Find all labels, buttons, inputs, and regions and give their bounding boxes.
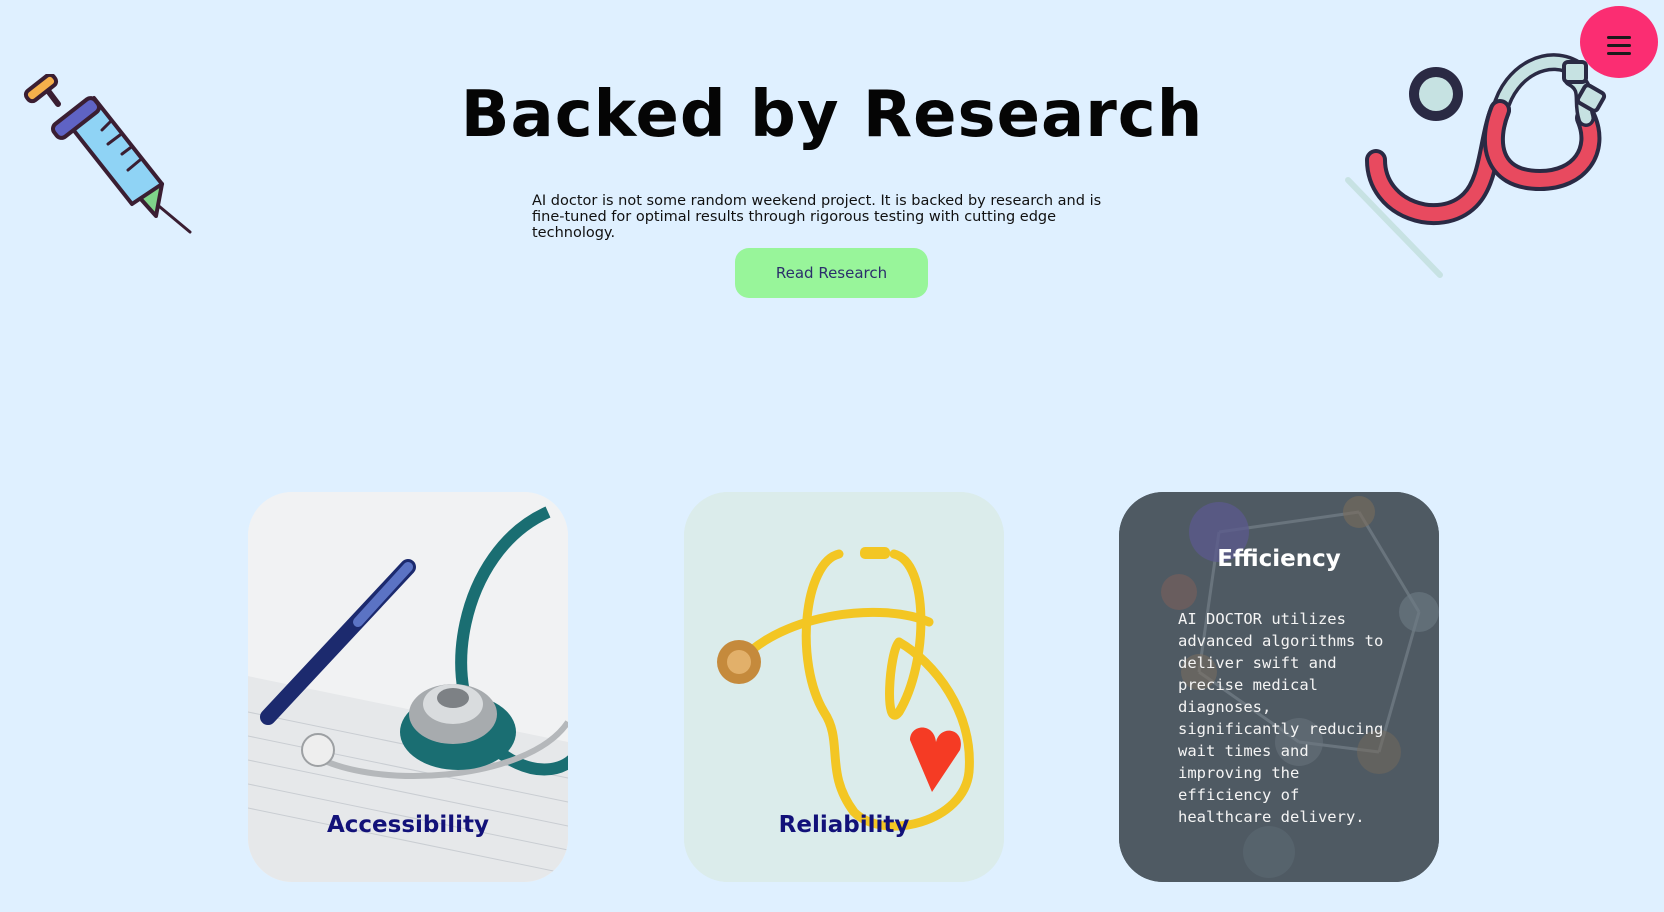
card-accessibility[interactable]: Accessibility <box>248 492 568 882</box>
card-title-accessibility: Accessibility <box>326 812 490 838</box>
hero-description: AI doctor is not some random weekend pro… <box>532 193 1102 241</box>
stethoscope-icon <box>1345 53 1607 278</box>
hamburger-menu-icon <box>1607 36 1631 55</box>
page-title: Backed by Research <box>460 78 1204 152</box>
card-description-efficiency: AI DOCTOR utilizes advanced algorithms t… <box>1178 610 1384 826</box>
page: Backed by Research AI doctor is not some… <box>0 0 1664 912</box>
card-efficiency[interactable]: Efficiency AI DOCTOR utilizes advanced a… <box>1119 492 1439 882</box>
menu-button[interactable] <box>1580 6 1658 78</box>
read-research-button[interactable]: Read Research <box>735 248 928 298</box>
card-reliability[interactable]: Reliability <box>684 492 1004 882</box>
card-title-efficiency: Efficiency <box>1217 546 1341 572</box>
card-title-reliability: Reliability <box>778 812 910 838</box>
